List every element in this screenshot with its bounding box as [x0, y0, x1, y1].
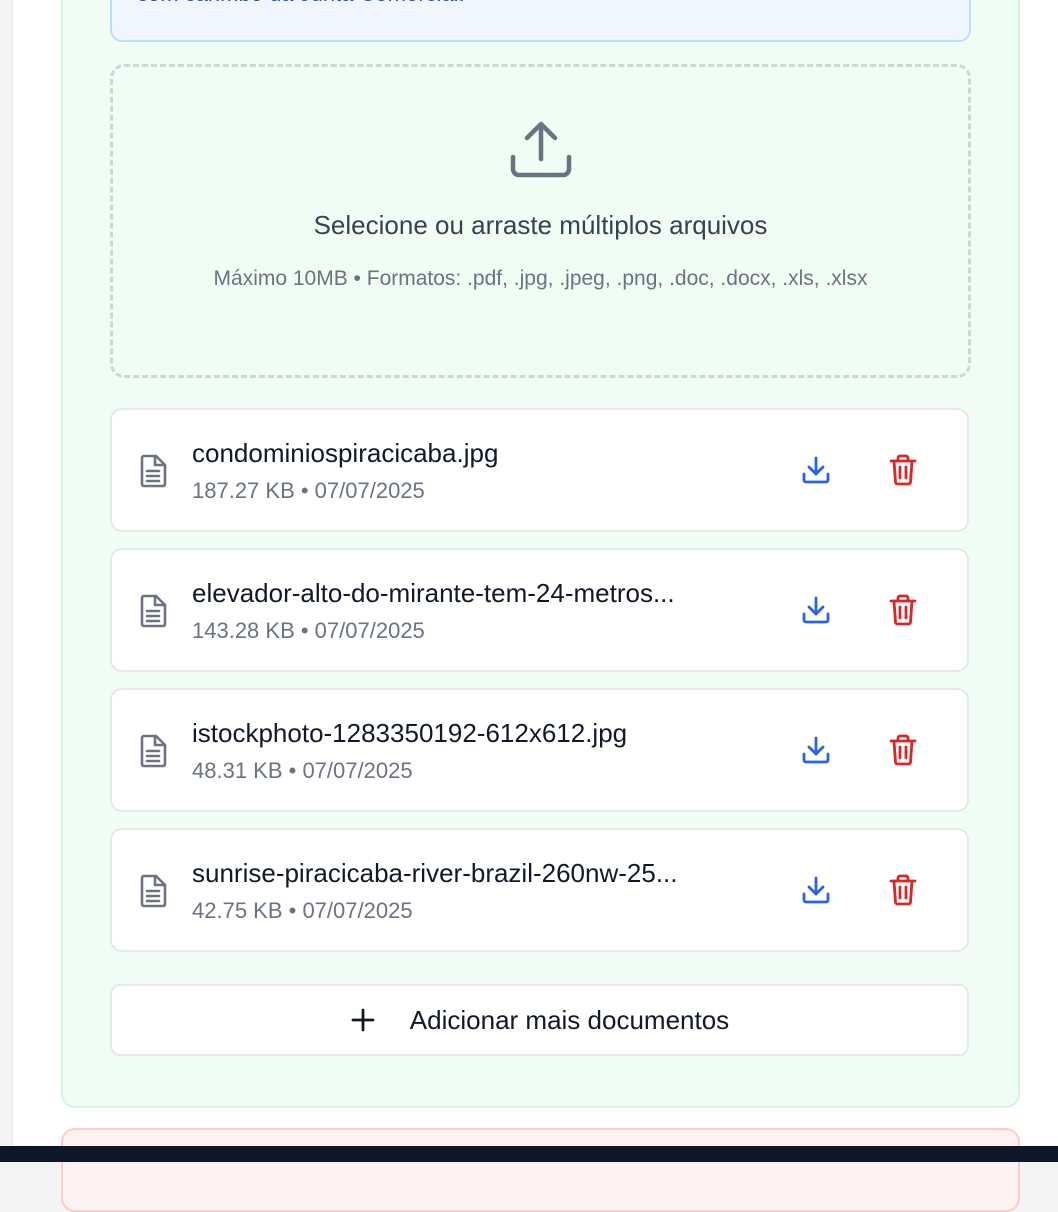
- bottom-bar: [0, 1146, 1058, 1162]
- file-dropzone[interactable]: Selecione ou arraste múltiplos arquivos …: [110, 64, 971, 378]
- download-icon: [802, 876, 830, 904]
- info-notice: com carimbo da Junta Comercial.: [110, 0, 971, 42]
- file-item: condominiospiracicaba.jpg 187.27 KB • 07…: [110, 408, 969, 532]
- download-icon: [802, 596, 830, 624]
- file-meta: 42.75 KB • 07/07/2025: [192, 898, 413, 923]
- upload-icon: [510, 121, 572, 178]
- trash-icon: [889, 874, 917, 906]
- download-icon: [802, 456, 830, 484]
- document-icon: [140, 874, 167, 908]
- delete-button[interactable]: [883, 730, 923, 770]
- next-section-card: [61, 1128, 1020, 1212]
- file-meta: 48.31 KB • 07/07/2025: [192, 758, 413, 783]
- file-item: elevador-alto-do-mirante-tem-24-metros..…: [110, 548, 969, 672]
- file-name: elevador-alto-do-mirante-tem-24-metros..…: [192, 578, 675, 608]
- download-button[interactable]: [796, 450, 836, 490]
- dropzone-hint: Máximo 10MB • Formatos: .pdf, .jpg, .jpe…: [213, 267, 868, 290]
- trash-icon: [889, 594, 917, 626]
- trash-icon: [889, 454, 917, 486]
- file-name: condominiospiracicaba.jpg: [192, 438, 499, 468]
- dropzone-title: Selecione ou arraste múltiplos arquivos: [313, 210, 768, 240]
- file-item: sunrise-piracicaba-river-brazil-260nw-25…: [110, 828, 969, 952]
- document-icon: [140, 454, 167, 488]
- file-meta: 143.28 KB • 07/07/2025: [192, 618, 425, 643]
- download-icon: [802, 736, 830, 764]
- file-name: istockphoto-1283350192-612x612.jpg: [192, 718, 628, 748]
- add-more-documents-button[interactable]: Adicionar mais documentos: [110, 984, 969, 1056]
- delete-button[interactable]: [883, 870, 923, 910]
- document-icon: [140, 734, 167, 768]
- download-button[interactable]: [796, 870, 836, 910]
- download-button[interactable]: [796, 730, 836, 770]
- add-more-documents-label: Adicionar mais documentos: [409, 1005, 730, 1035]
- delete-button[interactable]: [883, 590, 923, 630]
- file-meta: 187.27 KB • 07/07/2025: [192, 478, 425, 503]
- document-icon: [140, 594, 167, 628]
- file-name: sunrise-piracicaba-river-brazil-260nw-25…: [192, 858, 678, 888]
- download-button[interactable]: [796, 590, 836, 630]
- delete-button[interactable]: [883, 450, 923, 490]
- plus-icon: [351, 1008, 375, 1032]
- file-item: istockphoto-1283350192-612x612.jpg 48.31…: [110, 688, 969, 812]
- info-notice-text: com carimbo da Junta Comercial.: [137, 0, 465, 9]
- trash-icon: [889, 734, 917, 766]
